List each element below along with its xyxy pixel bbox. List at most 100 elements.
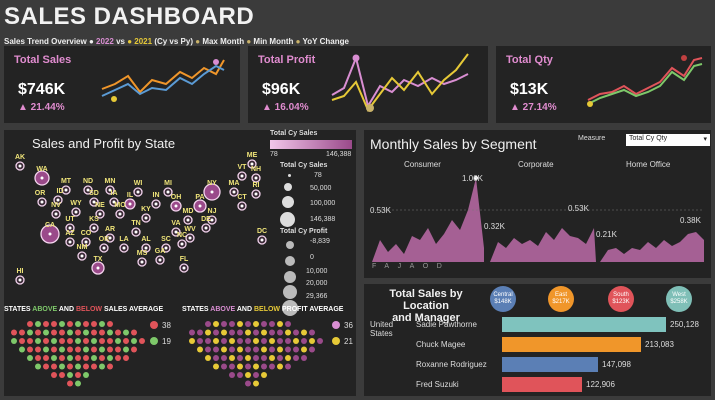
state-label: CO [81, 230, 92, 237]
state-label: AZ [65, 230, 75, 237]
state-label: MN [105, 178, 116, 185]
sales-sparkline [101, 59, 225, 102]
segment-consumer: Consumer [404, 160, 441, 169]
state-label: FL [180, 256, 189, 263]
above-dot [150, 321, 158, 329]
state-label: TX [94, 256, 103, 263]
manager-bar[interactable] [502, 377, 582, 392]
map-panel: Sales and Profit by State AK ME WA MT ND MN WI… [4, 130, 356, 396]
kpi-total-qty[interactable]: Total Qty $13K ▲ 27.14% [496, 46, 711, 123]
region-central[interactable]: Central $148K [490, 286, 516, 312]
month-axis: FAJAOD [372, 263, 451, 270]
state-label: WA [36, 166, 47, 173]
state-label: SD [89, 190, 99, 197]
state-label: IL [127, 192, 134, 199]
kpi-value: $746K [18, 81, 66, 98]
manager-name: Fred Suzuki [416, 380, 459, 389]
legend-vs: vs [116, 37, 125, 46]
state-label: TN [131, 220, 140, 227]
legend-sales-min: 78 [270, 151, 278, 158]
label-consumer-max: 1.06K [462, 174, 483, 183]
legend-max: Max Month [202, 37, 245, 46]
profit-average-map [189, 321, 323, 387]
manager-value: 122,906 [586, 380, 615, 389]
segment-home-office: Home Office [626, 160, 671, 169]
profit-above-count: 36 [344, 321, 353, 330]
state-label: SC [161, 236, 171, 243]
kpi-label: Total Sales [14, 54, 72, 66]
sales-gradient [270, 140, 352, 149]
measure-select[interactable]: Total Cy Qty ▾ [626, 134, 710, 146]
state-label: NH [251, 166, 261, 173]
state-label: WI [134, 180, 143, 187]
manager-value: 147,098 [602, 360, 631, 369]
region-east[interactable]: East $217K [548, 286, 574, 312]
state-label: NJ [208, 208, 217, 215]
kpi-total-sales[interactable]: Total Sales $746K ▲ 21.44% [4, 46, 240, 123]
state-label: GA [155, 248, 166, 255]
state-label: DC [257, 228, 267, 235]
sales-average-title: STATES ABOVE AND BELOW SALES AVERAGE [4, 306, 164, 313]
segment-corporate: Corporate [518, 160, 554, 169]
profit-sparkline [331, 53, 469, 112]
state-label: NV [51, 202, 61, 209]
sales-above-count: 38 [162, 321, 171, 330]
state-label: AR [105, 226, 115, 233]
state-label: CA [45, 222, 55, 229]
legend-profit-title: Total Cy Profit [280, 228, 328, 235]
profit-v2: 0 [310, 254, 314, 261]
kpi-value: $13K [510, 81, 549, 98]
trend-legend: Sales Trend Overview ● 2022 vs ● 2021 (C… [4, 37, 349, 46]
kpi-change: ▲ 21.44% [18, 102, 65, 113]
manager-bar[interactable] [502, 357, 598, 372]
legend-size-title: Total Cy Sales [280, 162, 328, 169]
profit-legend [282, 239, 302, 316]
legend-prefix: Sales Trend Overview [4, 37, 87, 46]
state-label: AL [141, 236, 151, 243]
state-label: VT [238, 164, 248, 171]
profit-average-title: STATES ABOVE AND BELOW PROFIT AVERAGE [182, 306, 344, 313]
kpi-value: $96K [262, 81, 301, 98]
state-label: MS [137, 250, 148, 257]
kpi-total-profit[interactable]: Total Profit $96K ▲ 16.04% [248, 46, 488, 123]
profit-v1: -8,839 [310, 238, 330, 245]
region-west[interactable]: West $258K [666, 286, 692, 312]
kpi-label: Total Profit [258, 54, 316, 66]
legend-sales-title: Total Cy Sales [270, 130, 318, 137]
state-label: AK [15, 154, 25, 161]
above-dot [332, 321, 340, 329]
profit-v3: 10,000 [306, 268, 328, 275]
segment-title: Monthly Sales by Segment [370, 136, 537, 152]
manager-value: 250,128 [670, 320, 699, 329]
state-label: KS [89, 216, 99, 223]
state-label: WV [184, 226, 196, 233]
state-label: WY [70, 200, 82, 207]
kpi-change: ▲ 16.04% [262, 102, 309, 113]
region-south[interactable]: South $123K [608, 286, 634, 312]
size-legend [270, 174, 310, 234]
qty-sparkline [587, 55, 703, 107]
profit-v5: 29,366 [306, 293, 328, 300]
state-label: ME [247, 152, 258, 159]
state-label: IA [111, 190, 118, 197]
state-label: NM [77, 244, 88, 251]
state-label: ND [83, 178, 93, 185]
manager-name: Sadie Pawthorne [416, 320, 477, 329]
size-v4: 146,388 [310, 216, 336, 223]
state-label: HI [17, 268, 24, 275]
state-map[interactable]: AK ME WA MT ND MN WI MI NY VT NH OR ID SD IA IL IN OH PA CT… [4, 130, 269, 300]
state-label: MD [183, 208, 194, 215]
manager-bar[interactable] [502, 317, 666, 332]
profit-below-count: 21 [344, 337, 353, 346]
size-v3: 100,000 [310, 200, 336, 207]
manager-name: Chuck Magee [416, 340, 466, 349]
segment-panel: Monthly Sales by Segment Measure Total C… [364, 130, 711, 278]
measure-label: Measure [578, 135, 606, 142]
label-corporate-max: 0.53K [568, 204, 589, 213]
legend-cy: 2021 [134, 37, 153, 46]
manager-panel: Total Sales by Location and Manager Cent… [364, 284, 711, 396]
kpi-label: Total Qty [506, 54, 553, 66]
segment-area-chart [372, 176, 704, 262]
below-dot [332, 337, 340, 345]
manager-bar[interactable] [502, 337, 641, 352]
